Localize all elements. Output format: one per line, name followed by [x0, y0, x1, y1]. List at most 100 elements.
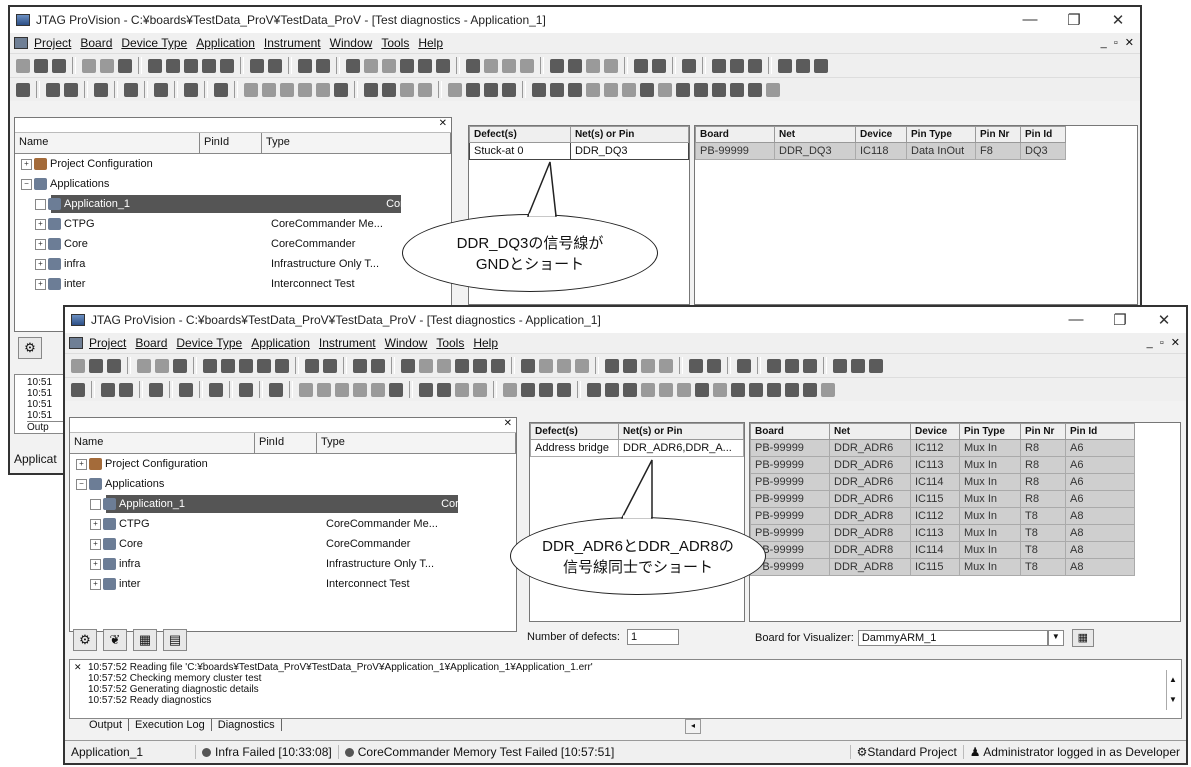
save-icon[interactable]	[52, 58, 66, 73]
tool-icon[interactable]	[605, 382, 619, 397]
mdi-controls-icon[interactable]: _ ▫ ✕	[1101, 36, 1136, 49]
col-defects[interactable]: Defect(s)	[530, 423, 620, 440]
tool-icon[interactable]	[305, 358, 319, 373]
tool-icon[interactable]	[623, 382, 637, 397]
col-pin-type[interactable]: Pin Type	[959, 423, 1021, 440]
tool-icon[interactable]	[550, 58, 564, 73]
tool-icon[interactable]	[491, 358, 505, 373]
board-view-button[interactable]: ▦	[133, 629, 157, 651]
tool-icon[interactable]	[466, 58, 480, 73]
device-view-button[interactable]: ❦	[103, 629, 127, 651]
tree-item-infra[interactable]: + infra Infrastructure Only T...	[15, 254, 451, 274]
menu-window[interactable]: Window	[330, 36, 373, 50]
tool-icon[interactable]	[166, 58, 180, 73]
tool-icon[interactable]	[316, 82, 330, 97]
tool-icon[interactable]	[155, 358, 169, 373]
tool-icon[interactable]	[605, 358, 619, 373]
tool-icon[interactable]	[869, 358, 883, 373]
tool-icon[interactable]	[532, 82, 546, 97]
tool-icon[interactable]	[419, 358, 433, 373]
col-pin-nr[interactable]: Pin Nr	[975, 126, 1021, 143]
table-row[interactable]: Stuck-at 0 DDR_DQ3	[469, 142, 689, 160]
tool-icon[interactable]	[101, 382, 115, 397]
tool-icon[interactable]	[353, 382, 367, 397]
tool-icon[interactable]	[658, 82, 672, 97]
tree-item-inter[interactable]: + inter Interconnect Test	[70, 574, 516, 594]
tool-icon[interactable]	[749, 382, 763, 397]
tool-icon[interactable]	[400, 82, 414, 97]
restore-icon[interactable]: ❐	[1052, 11, 1096, 29]
tool-icon[interactable]	[455, 382, 469, 397]
run-icon[interactable]	[796, 58, 810, 73]
log-scrollbar[interactable]: ▲ ▼	[1166, 670, 1179, 710]
tool-icon[interactable]	[154, 82, 168, 97]
tree-item-ctpg[interactable]: + CTPG CoreCommander Me...	[15, 214, 451, 234]
menu-application[interactable]: Application	[251, 336, 310, 350]
table-row[interactable]: PB-99999 DDR_ADR8 IC114 Mux In T8 A8	[750, 541, 1135, 559]
number-of-defects-field[interactable]: 1	[627, 629, 679, 645]
visualizer-button[interactable]: ▦	[1071, 629, 1094, 647]
tool-icon[interactable]	[502, 82, 516, 97]
tool-icon[interactable]	[575, 358, 589, 373]
tree-item-infra[interactable]: + infra Infrastructure Only T...	[70, 554, 516, 574]
tool-icon[interactable]	[833, 358, 847, 373]
tool-icon[interactable]	[335, 382, 349, 397]
open-icon[interactable]	[34, 58, 48, 73]
tool-icon[interactable]	[203, 358, 217, 373]
tool-icon[interactable]	[730, 58, 744, 73]
tool-icon[interactable]	[473, 358, 487, 373]
tool-icon[interactable]	[586, 58, 600, 73]
tool-icon[interactable]	[466, 82, 480, 97]
filter-icon[interactable]	[400, 58, 414, 73]
tool-icon[interactable]	[346, 58, 360, 73]
tool-icon[interactable]	[119, 382, 133, 397]
tree-item-applications[interactable]: − Applications	[15, 174, 451, 194]
tool-icon[interactable]	[550, 82, 564, 97]
minimize-icon[interactable]: —	[1008, 11, 1052, 29]
tree-item-project-configuration[interactable]: + Project Configuration	[15, 154, 451, 174]
tool-icon[interactable]	[316, 58, 330, 73]
tool-icon[interactable]	[371, 358, 385, 373]
tree-item-ctpg[interactable]: + CTPG CoreCommander Me...	[70, 514, 516, 534]
tool-icon[interactable]	[148, 58, 162, 73]
tool-icon[interactable]	[437, 358, 451, 373]
menu-board[interactable]: Board	[80, 36, 112, 50]
col-pin-type[interactable]: Pin Type	[906, 126, 976, 143]
tool-icon[interactable]	[676, 82, 690, 97]
tool-icon[interactable]	[364, 58, 378, 73]
tool-icon[interactable]	[353, 358, 367, 373]
tool-icon[interactable]	[269, 382, 283, 397]
output-log[interactable]: 10:51 10:51 10:51 10:51 Outp	[14, 374, 69, 434]
chevron-down-icon[interactable]: ▼	[1047, 630, 1064, 646]
col-device[interactable]: Device	[910, 423, 960, 440]
col-net[interactable]: Net	[829, 423, 911, 440]
tree-item-core[interactable]: + Core CoreCommander	[15, 234, 451, 254]
col-name[interactable]: Name	[70, 433, 255, 453]
table-row[interactable]: Address bridge DDR_ADR6,DDR_A...	[530, 439, 744, 457]
tool-icon[interactable]	[503, 382, 517, 397]
tool-icon[interactable]	[82, 58, 96, 73]
tool-icon[interactable]	[730, 82, 744, 97]
tool-icon[interactable]	[694, 82, 708, 97]
zoom-icon[interactable]	[695, 382, 709, 397]
tool-icon[interactable]	[275, 358, 289, 373]
tool-icon[interactable]	[521, 382, 535, 397]
tool-icon[interactable]	[713, 382, 727, 397]
tool-icon[interactable]	[209, 382, 223, 397]
tool-icon[interactable]	[437, 382, 451, 397]
tool-icon[interactable]	[778, 58, 792, 73]
save-icon[interactable]	[107, 358, 121, 373]
tool-icon[interactable]	[748, 58, 762, 73]
board-for-visualizer-select[interactable]: DammyARM_1	[857, 630, 1048, 646]
col-pin-nr[interactable]: Pin Nr	[1020, 423, 1066, 440]
mdi-child-icon[interactable]	[69, 337, 83, 349]
tool-icon[interactable]	[323, 358, 337, 373]
col-pin-id[interactable]: Pin Id	[1020, 126, 1066, 143]
tool-icon[interactable]	[731, 382, 745, 397]
tool-icon[interactable]	[803, 382, 817, 397]
tool-icon[interactable]	[604, 82, 618, 97]
table-row[interactable]: PB-99999 DDR_DQ3 IC118 Data InOut F8 DQ3	[695, 142, 1066, 160]
tool-icon[interactable]	[250, 58, 264, 73]
col-pinid[interactable]: PinId	[200, 133, 262, 153]
tool-icon[interactable]	[268, 58, 282, 73]
